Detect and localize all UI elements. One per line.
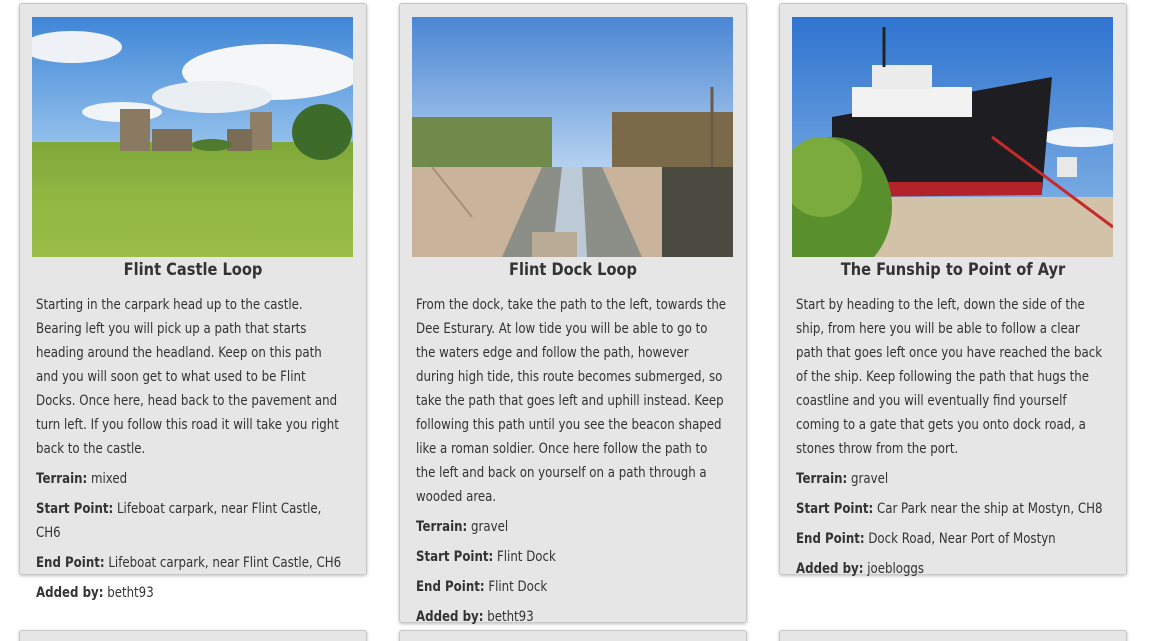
end-point-value: Dock Road, Near Port of Mostyn (868, 531, 1056, 547)
walk-details: Start by heading to the left, down the s… (796, 293, 1108, 587)
walk-card[interactable]: The Funship to Point of Ayr Start by hea… (779, 3, 1127, 577)
walk-title[interactable]: Flint Dock Loop (424, 257, 722, 283)
added-by-value: betht93 (107, 585, 154, 601)
end-point-label: End Point: (796, 531, 865, 547)
end-point-value: Lifeboat carpark, near Flint Castle, CH6 (108, 555, 342, 571)
end-point-label: End Point: (416, 579, 485, 595)
added-by-label: Added by: (416, 609, 484, 625)
terrain-label: Terrain: (416, 519, 468, 535)
end-point-row: End Point: Lifeboat carpark, near Flint … (36, 551, 348, 575)
walk-details: From the dock, take the path to the left… (416, 293, 728, 635)
walk-card[interactable]: Flint Castle Loop Starting in the carpar… (19, 3, 367, 601)
walk-card-next-row[interactable] (19, 630, 367, 641)
walk-details: Starting in the carpark head up to the c… (36, 293, 348, 611)
walk-description: Start by heading to the left, down the s… (796, 297, 1103, 457)
walks-grid: Flint Castle Loop Starting in the carpar… (0, 0, 1176, 641)
start-point-row: Start Point: Flint Dock (416, 545, 728, 569)
walk-card-next-row[interactable] (779, 630, 1127, 641)
end-point-row: End Point: Flint Dock (416, 575, 728, 599)
walk-photo-dock (412, 17, 733, 257)
walk-photo-ship (792, 17, 1113, 257)
start-point-value: Car Park near the ship at Mostyn, CH8 (876, 501, 1103, 517)
end-point-label: End Point: (36, 555, 105, 571)
walk-description: From the dock, take the path to the left… (416, 297, 727, 505)
start-point-label: Start Point: (796, 501, 874, 517)
added-by-label: Added by: (796, 561, 864, 577)
start-point-label: Start Point: (36, 501, 114, 517)
added-by-label: Added by: (36, 585, 104, 601)
terrain-row: Terrain: gravel (796, 467, 1108, 491)
end-point-value: Flint Dock (488, 579, 548, 595)
terrain-value: gravel (851, 471, 889, 487)
start-point-value: Flint Dock (496, 549, 556, 565)
start-point-label: Start Point: (416, 549, 494, 565)
added-by-row: Added by: betht93 (36, 581, 348, 605)
terrain-value: gravel (471, 519, 509, 535)
walk-photo-castle (32, 17, 353, 257)
added-by-row: Added by: joebloggs (796, 557, 1108, 581)
start-point-row: Start Point: Car Park near the ship at M… (796, 497, 1108, 521)
walk-title[interactable]: Flint Castle Loop (44, 257, 342, 283)
terrain-label: Terrain: (36, 471, 88, 487)
walk-description: Starting in the carpark head up to the c… (36, 297, 339, 457)
walk-card[interactable]: Flint Dock Loop From the dock, take the … (399, 3, 747, 625)
terrain-row: Terrain: gravel (416, 515, 728, 539)
terrain-value: mixed (91, 471, 128, 487)
added-by-value: joebloggs (867, 561, 925, 577)
terrain-row: Terrain: mixed (36, 467, 348, 491)
walk-title[interactable]: The Funship to Point of Ayr (804, 257, 1102, 283)
walk-card-next-row[interactable] (399, 630, 747, 641)
start-point-row: Start Point: Lifeboat carpark, near Flin… (36, 497, 348, 545)
terrain-label: Terrain: (796, 471, 848, 487)
added-by-value: betht93 (487, 609, 534, 625)
end-point-row: End Point: Dock Road, Near Port of Mosty… (796, 527, 1108, 551)
added-by-row: Added by: betht93 (416, 605, 728, 629)
